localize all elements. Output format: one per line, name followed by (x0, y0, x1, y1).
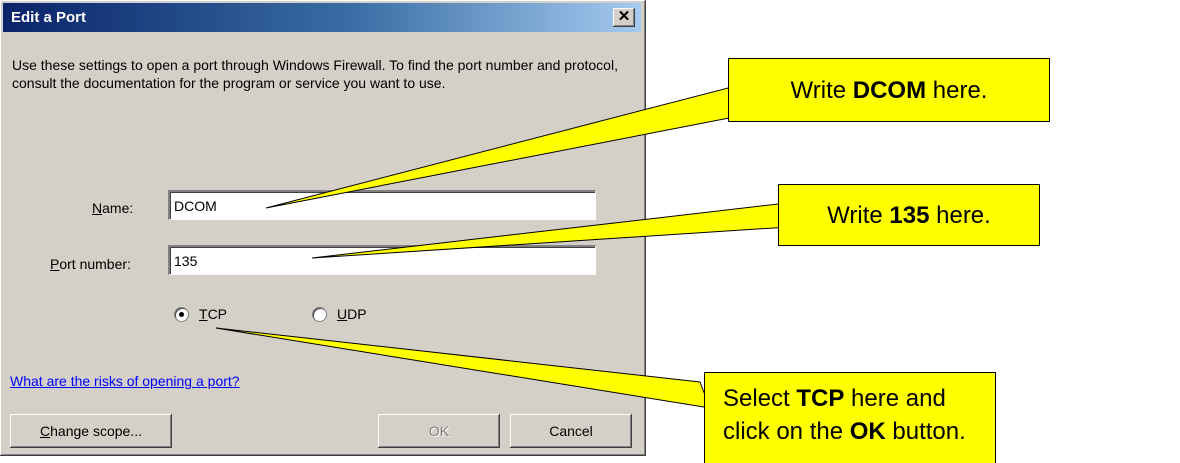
callout-port: Write 135 here. (778, 184, 1040, 246)
pointer-tcp (215, 327, 711, 409)
pointer-name (265, 87, 762, 209)
pointer-port (311, 203, 806, 259)
callout-name: Write DCOM here. (728, 58, 1050, 122)
callout-tcp: Select TCP here and click on the OK butt… (704, 372, 996, 463)
